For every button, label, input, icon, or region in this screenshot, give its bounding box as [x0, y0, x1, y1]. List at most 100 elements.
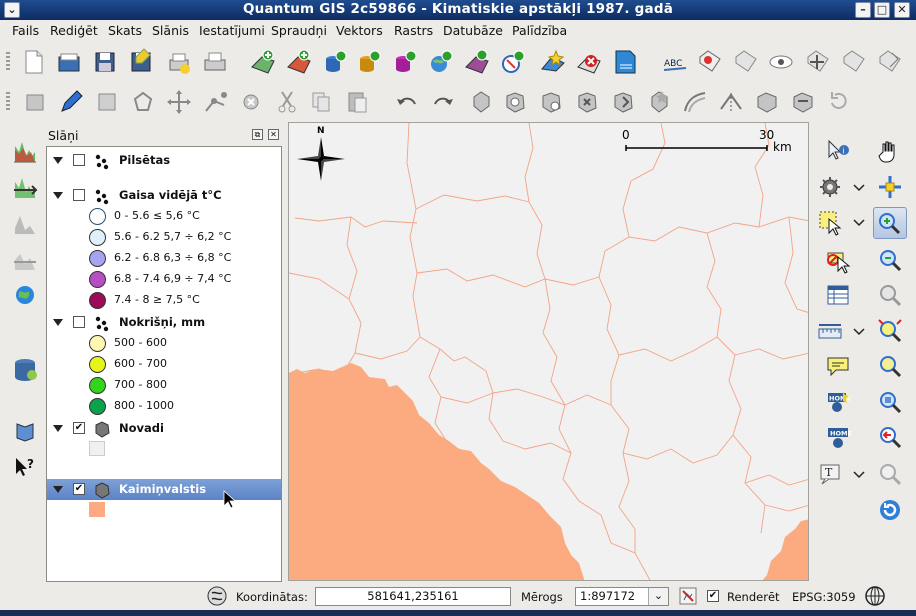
merge-attributes-icon[interactable]: [788, 87, 818, 117]
menu-palidziba[interactable]: Palīdzība: [512, 23, 567, 38]
expand-arrow-icon[interactable]: [53, 192, 63, 199]
menu-datubaze[interactable]: Datubāze: [443, 23, 503, 38]
label-icon[interactable]: ABC: [660, 47, 690, 77]
render-checkbox[interactable]: ✔: [707, 590, 719, 602]
expand-arrow-icon[interactable]: [53, 486, 63, 493]
scale-combobox[interactable]: 1:897172 ⌄: [575, 587, 669, 606]
add-wms-layer-icon[interactable]: [426, 47, 456, 77]
zoom-next-icon[interactable]: [875, 459, 905, 489]
add-ring-icon[interactable]: [500, 87, 530, 117]
copy-features-icon[interactable]: [306, 87, 336, 117]
add-wfs-layer-icon[interactable]: [462, 47, 492, 77]
add-vector-layer-icon[interactable]: [248, 47, 278, 77]
stop-render-icon[interactable]: [679, 587, 697, 605]
save-edits-icon[interactable]: [92, 87, 122, 117]
scale-dropdown-icon[interactable]: ⌄: [648, 588, 668, 605]
layer-visibility-checkbox[interactable]: [73, 189, 85, 201]
identify-icon[interactable]: i: [823, 136, 853, 166]
add-raster-layer-icon[interactable]: [284, 47, 314, 77]
close-button[interactable]: ✕: [894, 2, 910, 18]
cut-features-icon[interactable]: [272, 87, 302, 117]
offset-curve-icon[interactable]: [680, 87, 710, 117]
toolbar-grip[interactable]: [6, 52, 10, 72]
pin-label-icon[interactable]: [694, 47, 724, 77]
layer-visibility-checkbox[interactable]: ✔: [73, 483, 85, 495]
select-dropdown-icon[interactable]: [844, 207, 865, 237]
refresh-icon[interactable]: [875, 495, 905, 525]
redo-icon[interactable]: [428, 87, 458, 117]
coordinate-toggle-icon[interactable]: [206, 585, 228, 607]
layer-tree[interactable]: Pilsētas Gaisa vidējā t°C 0 - 5.6 ≤ 5,6 …: [46, 146, 282, 582]
menu-rediget[interactable]: Rediģēt: [50, 23, 98, 38]
delete-ring-icon[interactable]: [572, 87, 602, 117]
rotate-label-icon[interactable]: [838, 47, 868, 77]
menu-fails[interactable]: Fails: [12, 23, 39, 38]
menu-iestatijumi[interactable]: Iestatījumi: [199, 23, 265, 38]
split-features-icon[interactable]: [716, 87, 746, 117]
coordinate-field[interactable]: 581641,235161: [315, 587, 511, 606]
layer-row-kaiminvalstis[interactable]: ✔ Kaimiņvalstis: [47, 479, 281, 500]
save-project-icon[interactable]: [90, 47, 120, 77]
current-edits-icon[interactable]: [20, 87, 50, 117]
add-feature-icon[interactable]: [128, 87, 158, 117]
rotate-point-icon[interactable]: [824, 87, 854, 117]
remove-layer-icon[interactable]: [574, 47, 604, 77]
menu-vektors[interactable]: Vektors: [336, 23, 383, 38]
reshape-icon[interactable]: [644, 87, 674, 117]
delete-selected-icon[interactable]: [236, 87, 266, 117]
open-project-icon[interactable]: [54, 47, 84, 77]
layer-visibility-checkbox[interactable]: [73, 316, 85, 328]
layer-row-pilsetas[interactable]: Pilsētas: [47, 150, 281, 171]
add-mssql-layer-icon[interactable]: [390, 47, 420, 77]
new-shapefile-icon[interactable]: [538, 47, 568, 77]
new-project-icon[interactable]: [18, 47, 48, 77]
measure-dropdown-icon[interactable]: [844, 316, 865, 346]
print-icon[interactable]: [200, 47, 230, 77]
select-icon[interactable]: [815, 207, 845, 237]
map-tips-icon[interactable]: [823, 351, 853, 381]
minimize-button[interactable]: –: [855, 2, 871, 18]
expand-arrow-icon[interactable]: [53, 157, 63, 164]
add-spatialite-layer-icon[interactable]: [354, 47, 384, 77]
expand-arrow-icon[interactable]: [53, 425, 63, 432]
menu-slanis[interactable]: Slānis: [152, 23, 189, 38]
paste-features-icon[interactable]: [342, 87, 372, 117]
panel-close-button[interactable]: ✕: [268, 129, 279, 140]
node-tool-icon[interactable]: [200, 87, 230, 117]
add-part-icon[interactable]: [536, 87, 566, 117]
pan-to-selection-icon[interactable]: [875, 172, 905, 202]
zoom-to-selection-icon[interactable]: [875, 316, 905, 346]
maximize-button[interactable]: □: [874, 2, 890, 18]
action-dropdown-icon[interactable]: [844, 172, 865, 202]
show-bookmarks-icon[interactable]: HOME: [823, 422, 853, 452]
pan-icon[interactable]: [875, 136, 905, 166]
attribute-table-icon[interactable]: [823, 280, 853, 310]
zoom-last-icon[interactable]: [875, 422, 905, 452]
crs-label[interactable]: EPSG:3059: [792, 590, 856, 604]
expand-arrow-icon[interactable]: [53, 319, 63, 326]
add-postgis-layer-icon[interactable]: [320, 47, 350, 77]
measure-icon[interactable]: [815, 316, 845, 346]
menu-spraudni[interactable]: Spraudņi: [271, 23, 327, 38]
undo-icon[interactable]: [392, 87, 422, 117]
add-csv-layer-icon[interactable]: [610, 47, 640, 77]
zoom-in-icon[interactable]: [873, 207, 907, 239]
crs-globe-icon[interactable]: [864, 585, 886, 607]
add-wcs-layer-icon[interactable]: [498, 47, 528, 77]
simplify-icon[interactable]: [466, 87, 496, 117]
zoom-native-icon[interactable]: [875, 387, 905, 417]
move-feature-icon[interactable]: [164, 87, 194, 117]
layer-visibility-checkbox[interactable]: ✔: [73, 422, 85, 434]
show-hide-labels-icon[interactable]: [730, 47, 760, 77]
new-bookmark-icon[interactable]: HOME: [823, 387, 853, 417]
new-print-composer-icon[interactable]: [164, 47, 194, 77]
toggle-editing-icon[interactable]: [56, 87, 86, 117]
save-as-icon[interactable]: [126, 47, 156, 77]
action-icon[interactable]: [815, 172, 845, 202]
deselect-icon[interactable]: [823, 245, 853, 275]
panel-float-button[interactable]: ⧉: [252, 129, 263, 140]
layer-row-novadi[interactable]: ✔ Novadi: [47, 418, 281, 439]
map-canvas[interactable]: N 0 30 km: [288, 122, 809, 581]
menu-skats[interactable]: Skats: [108, 23, 142, 38]
toolbar-grip[interactable]: [6, 92, 10, 112]
